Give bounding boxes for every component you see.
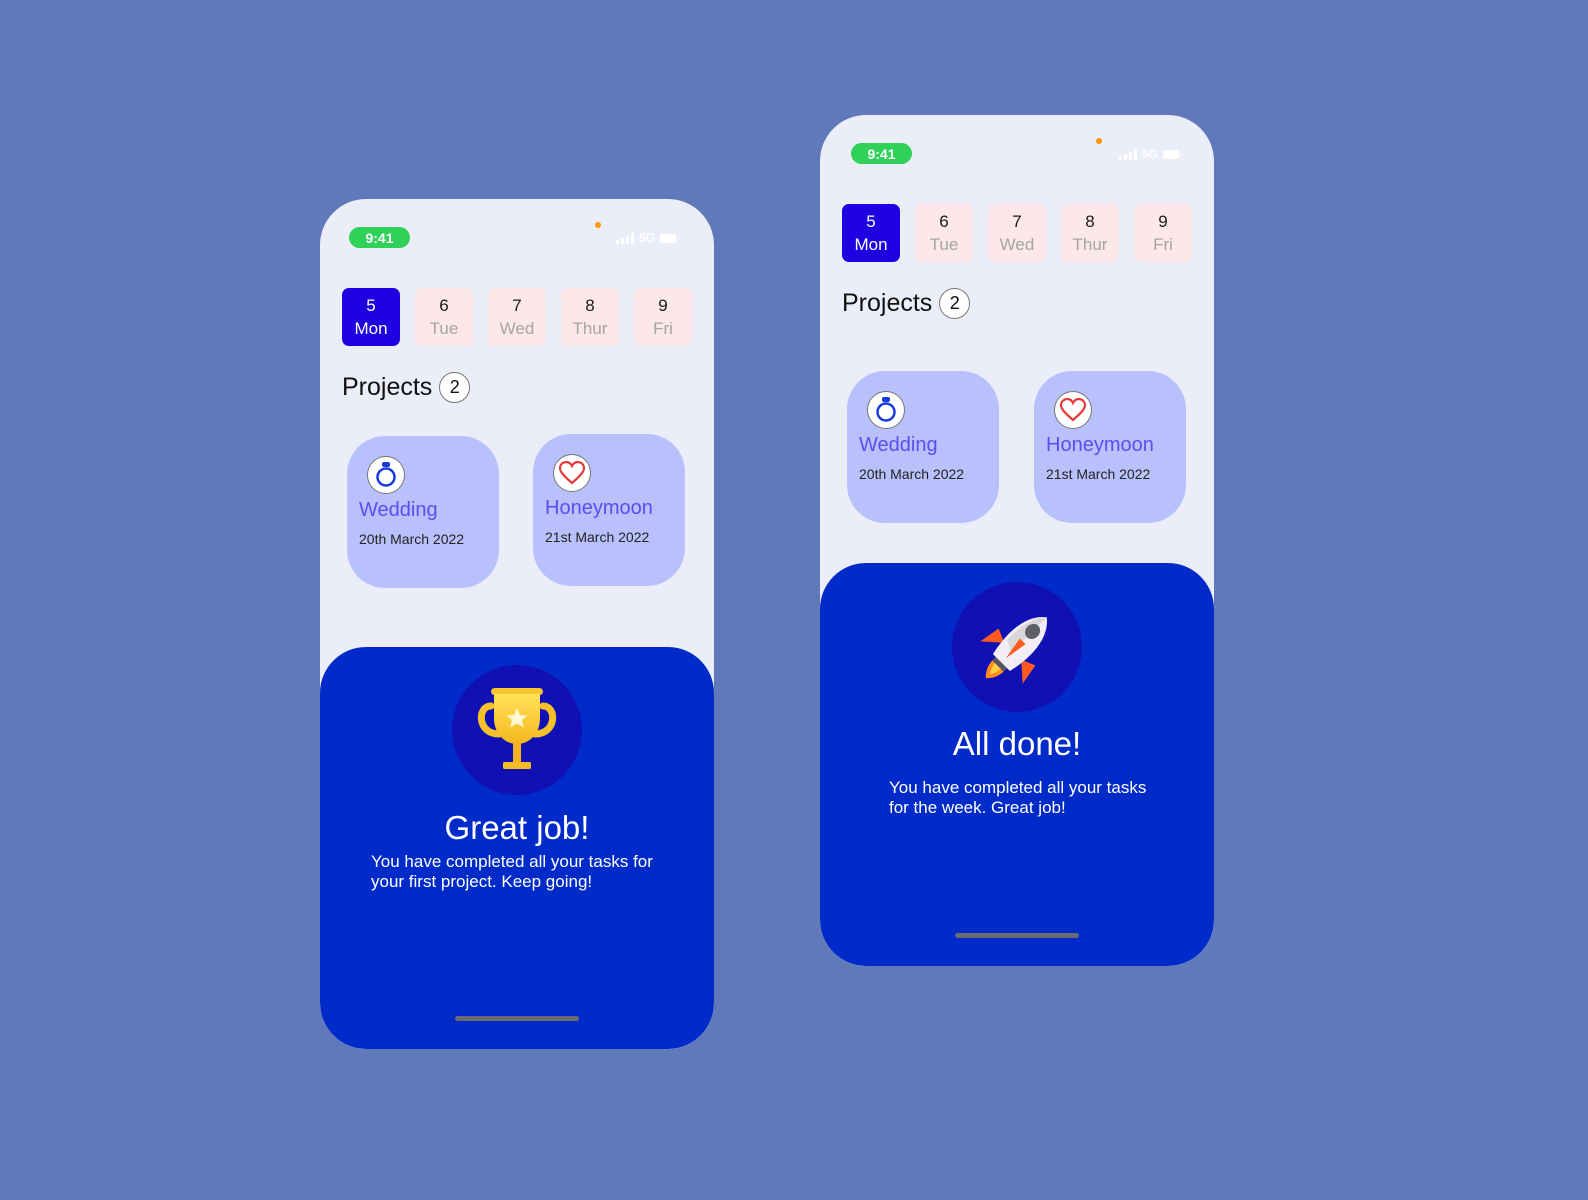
day-name: Thur (572, 318, 608, 338)
status-icons: 5G (616, 231, 680, 245)
day-number: 8 (1085, 211, 1095, 231)
home-indicator[interactable] (955, 933, 1079, 938)
phone-screen-great-job: 9:41 5G 5 Mon 6 Tue 7 Wed 8 Thur 9 Fri P… (320, 199, 714, 1049)
network-label: 5G (639, 231, 656, 245)
projects-title: Projects (842, 289, 933, 317)
day-name: Wed (999, 234, 1035, 254)
day-name: Mon (354, 318, 388, 338)
day-wed[interactable]: 7 Wed (988, 204, 1046, 262)
day-name: Tue (429, 318, 459, 338)
day-number: 6 (939, 211, 949, 231)
day-number: 5 (366, 295, 376, 315)
day-selector: 5 Mon 6 Tue 7 Wed 8 Thur 9 Fri (842, 204, 1192, 262)
rocket-badge (952, 582, 1082, 712)
day-tue[interactable]: 6 Tue (915, 204, 973, 262)
project-date: 20th March 2022 (359, 531, 465, 547)
project-date: 21st March 2022 (1046, 466, 1151, 482)
day-name: Wed (499, 318, 535, 338)
sheet-message: You have completed all your tasks for th… (889, 778, 1147, 817)
privacy-indicator-dot (595, 222, 601, 228)
ring-icon (867, 391, 905, 429)
day-number: 9 (658, 295, 668, 315)
status-time: 9:41 (851, 143, 912, 164)
completion-sheet: Great job! You have completed all your t… (320, 647, 714, 1049)
heart-icon (553, 454, 591, 492)
status-bar: 9:41 5G (320, 199, 714, 259)
day-mon[interactable]: 5 Mon (342, 288, 400, 346)
trophy-icon (478, 688, 556, 769)
sheet-title: Great job! (444, 809, 590, 846)
heart-icon (1054, 391, 1092, 429)
project-card-wedding[interactable]: Wedding 20th March 2022 (847, 371, 999, 523)
project-title: Wedding (359, 499, 438, 521)
day-thur[interactable]: 8 Thur (561, 288, 619, 346)
phone-screen-all-done: 9:41 5G 5 Mon 6 Tue 7 Wed 8 Thur 9 Fri P… (820, 115, 1214, 966)
day-number: 7 (512, 295, 522, 315)
project-title: Honeymoon (1046, 434, 1154, 456)
status-bar: 9:41 5G (820, 115, 1214, 175)
day-name: Fri (1153, 234, 1173, 254)
day-name: Thur (1072, 234, 1108, 254)
sheet-message: You have completed all your tasks for yo… (371, 852, 653, 891)
day-number: 6 (439, 295, 449, 315)
signal-icon (1119, 148, 1137, 160)
signal-icon (616, 232, 634, 244)
privacy-indicator-dot (1096, 138, 1102, 144)
day-fri[interactable]: 9 Fri (1134, 204, 1192, 262)
completion-sheet: All done! You have completed all your ta… (820, 563, 1214, 966)
day-selector: 5 Mon 6 Tue 7 Wed 8 Thur 9 Fri (342, 288, 692, 346)
day-number: 9 (1158, 211, 1168, 231)
project-card-wedding[interactable]: Wedding 20th March 2022 (347, 436, 499, 588)
day-name: Fri (653, 318, 673, 338)
home-indicator[interactable] (455, 1016, 579, 1021)
projects-count-badge: 2 (939, 288, 971, 319)
project-title: Honeymoon (545, 497, 653, 519)
project-card-honeymoon[interactable]: Honeymoon 21st March 2022 (1034, 371, 1186, 523)
status-time: 9:41 (349, 227, 410, 248)
battery-icon (1163, 149, 1183, 159)
projects-title: Projects (342, 373, 433, 401)
status-icons: 5G (1119, 147, 1183, 161)
project-date: 21st March 2022 (545, 529, 650, 545)
day-number: 7 (1012, 211, 1022, 231)
trophy-badge (452, 665, 582, 795)
projects-count-badge: 2 (439, 372, 471, 403)
network-label: 5G (1142, 147, 1159, 161)
ring-icon (367, 456, 405, 494)
project-card-honeymoon[interactable]: Honeymoon 21st March 2022 (533, 434, 685, 586)
battery-icon (660, 233, 680, 243)
day-thur[interactable]: 8 Thur (1061, 204, 1119, 262)
project-date: 20th March 2022 (859, 466, 965, 482)
projects-heading: Projects 2 (342, 372, 471, 403)
day-mon[interactable]: 5 Mon (842, 204, 900, 262)
day-number: 5 (866, 211, 876, 231)
rocket-icon (980, 617, 1047, 684)
projects-heading: Projects 2 (842, 288, 971, 319)
day-fri[interactable]: 9 Fri (634, 288, 692, 346)
day-wed[interactable]: 7 Wed (488, 288, 546, 346)
sheet-title: All done! (952, 725, 1082, 762)
day-name: Tue (929, 234, 959, 254)
project-title: Wedding (859, 434, 938, 456)
day-name: Mon (854, 234, 888, 254)
day-number: 8 (585, 295, 595, 315)
day-tue[interactable]: 6 Tue (415, 288, 473, 346)
